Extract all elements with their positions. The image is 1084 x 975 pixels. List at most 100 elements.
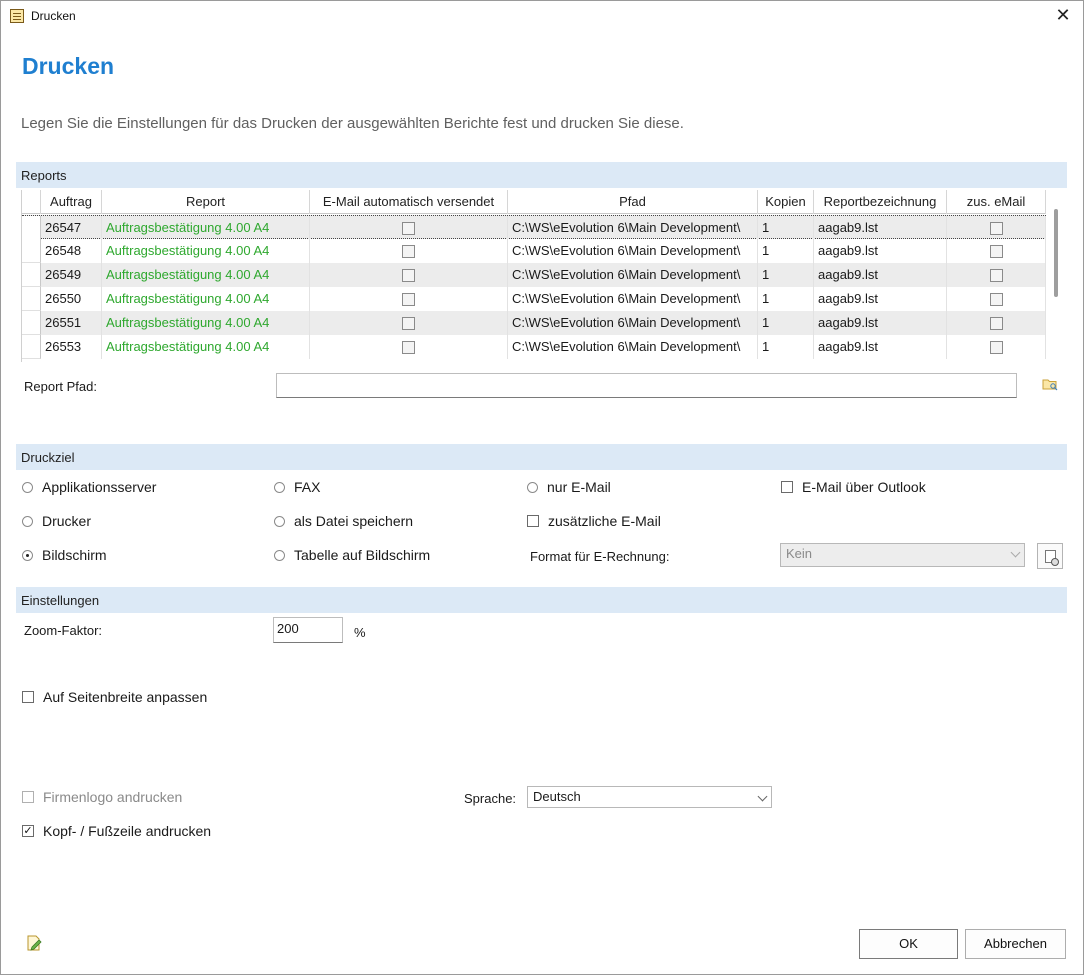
grid-scrollbar[interactable] <box>1046 190 1065 362</box>
radio-tabelle[interactable]: Tabelle auf Bildschirm <box>274 547 430 563</box>
close-icon[interactable]: ✕ <box>1053 5 1073 25</box>
radio-button[interactable] <box>274 515 285 527</box>
radio-fax[interactable]: FAX <box>274 479 320 495</box>
column-header-email-auto[interactable]: E-Mail automatisch versendet <box>310 190 508 214</box>
radio-button-selected[interactable] <box>22 549 33 561</box>
scrollbar-thumb[interactable] <box>1054 209 1058 297</box>
cell-reportbezeichnung: aagab9.lst <box>818 287 947 311</box>
row-header[interactable] <box>22 335 41 359</box>
cell-kopien: 1 <box>762 335 814 359</box>
report-icon <box>10 9 24 23</box>
column-header-zus-email[interactable]: zus. eMail <box>947 190 1046 214</box>
cell-pfad: C:\WS\eEvolution 6\Main Development\ <box>512 239 758 263</box>
section-druckziel-label: Druckziel <box>21 450 75 465</box>
format-settings-button[interactable] <box>1037 543 1063 569</box>
zus-email-checkbox[interactable] <box>989 317 1003 331</box>
table-row[interactable]: 26548 Auftragsbestätigung 4.00 A4 C:\WS\… <box>22 239 1046 263</box>
cell-auftrag: 26549 <box>45 263 102 287</box>
cell-zus-email <box>947 287 1046 311</box>
radio-button[interactable] <box>274 549 285 561</box>
email-auto-checkbox[interactable] <box>402 293 415 307</box>
radio-nur-email[interactable]: nur E-Mail <box>527 479 611 495</box>
email-auto-checkbox[interactable] <box>402 222 415 236</box>
table-row[interactable]: 26553 Auftragsbestätigung 4.00 A4 C:\WS\… <box>22 335 1046 359</box>
table-row[interactable]: 26549 Auftragsbestätigung 4.00 A4 C:\WS\… <box>22 263 1046 287</box>
zus-email-checkbox[interactable] <box>989 341 1003 355</box>
column-header-kopien[interactable]: Kopien <box>758 190 814 214</box>
window-title: Drucken <box>31 9 76 23</box>
checkbox-zusaetzliche-email[interactable]: zusätzliche E-Mail <box>527 513 661 529</box>
cell-auftrag: 26550 <box>45 287 102 311</box>
cell-report: Auftragsbestätigung 4.00 A4 <box>106 335 310 359</box>
title-bar: Drucken ✕ <box>1 1 1083 32</box>
column-header-reportbezeichnung[interactable]: Reportbezeichnung <box>814 190 947 214</box>
checkbox[interactable] <box>527 515 539 527</box>
cell-email-auto <box>310 263 508 287</box>
radio-als-datei[interactable]: als Datei speichern <box>274 513 413 529</box>
zus-email-checkbox[interactable] <box>989 269 1003 283</box>
row-header[interactable] <box>22 311 41 335</box>
zoom-faktor-input[interactable]: 200 <box>273 617 343 643</box>
email-auto-checkbox[interactable] <box>402 269 415 283</box>
column-header-pfad[interactable]: Pfad <box>508 190 758 214</box>
zoom-unit: % <box>354 625 366 640</box>
zus-email-checkbox[interactable] <box>989 245 1003 259</box>
cell-report: Auftragsbestätigung 4.00 A4 <box>106 263 310 287</box>
table-row[interactable]: 26551 Auftragsbestätigung 4.00 A4 C:\WS\… <box>22 311 1046 335</box>
radio-applikationsserver[interactable]: Applikationsserver <box>22 479 156 495</box>
radio-tabelle-label: Tabelle auf Bildschirm <box>294 547 431 563</box>
zus-email-checkbox[interactable] <box>989 293 1003 307</box>
checkbox-email-outlook[interactable]: E-Mail über Outlook <box>781 479 926 495</box>
grid-header: Auftrag Report E-Mail automatisch versen… <box>22 190 1046 214</box>
chevron-down-icon <box>1010 547 1021 558</box>
column-header-auftrag[interactable]: Auftrag <box>41 190 102 214</box>
format-e-rechnung-select[interactable]: Kein <box>780 543 1025 567</box>
row-header-corner <box>22 190 41 214</box>
cell-pfad: C:\WS\eEvolution 6\Main Development\ <box>512 216 758 240</box>
checkbox[interactable] <box>22 691 34 703</box>
checkbox-checked[interactable]: ✓ <box>22 825 34 837</box>
cell-report: Auftragsbestätigung 4.00 A4 <box>106 216 310 240</box>
row-header[interactable] <box>22 216 41 240</box>
table-row[interactable]: 26547 Auftragsbestätigung 4.00 A4 C:\WS\… <box>22 215 1046 240</box>
checkbox-kopf-fusszeile[interactable]: ✓ Kopf- / Fußzeile andrucken <box>22 823 211 839</box>
page-title: Drucken <box>22 53 115 79</box>
checkbox[interactable] <box>781 481 793 493</box>
section-druckziel: Druckziel <box>16 444 1067 470</box>
cell-report: Auftragsbestätigung 4.00 A4 <box>106 311 310 335</box>
email-auto-checkbox[interactable] <box>402 317 415 331</box>
radio-button[interactable] <box>22 481 33 493</box>
radio-button[interactable] <box>527 481 538 493</box>
radio-button[interactable] <box>22 515 33 527</box>
cell-auftrag: 26547 <box>45 216 102 240</box>
ok-button[interactable]: OK <box>859 929 958 959</box>
radio-bildschirm[interactable]: Bildschirm <box>22 547 107 563</box>
row-header[interactable] <box>22 263 41 287</box>
email-auto-checkbox[interactable] <box>402 245 415 259</box>
row-header[interactable] <box>22 239 41 263</box>
radio-button[interactable] <box>274 481 285 493</box>
email-auto-checkbox[interactable] <box>402 341 415 355</box>
cell-kopien: 1 <box>762 216 814 240</box>
radio-bildschirm-label: Bildschirm <box>42 547 107 563</box>
cell-report: Auftragsbestätigung 4.00 A4 <box>106 287 310 311</box>
sprache-select[interactable]: Deutsch <box>527 786 772 808</box>
cell-zus-email <box>947 239 1046 263</box>
table-row[interactable]: 26550 Auftragsbestätigung 4.00 A4 C:\WS\… <box>22 287 1046 311</box>
cancel-button[interactable]: Abbrechen <box>965 929 1066 959</box>
row-header[interactable] <box>22 287 41 311</box>
report-pfad-input[interactable] <box>276 373 1017 398</box>
zus-email-checkbox[interactable] <box>989 222 1003 236</box>
cell-zus-email <box>947 311 1046 335</box>
radio-drucker[interactable]: Drucker <box>22 513 91 529</box>
edit-document-icon[interactable] <box>26 935 42 951</box>
report-pfad-label: Report Pfad: <box>24 379 97 394</box>
checkbox-kopf-fusszeile-label: Kopf- / Fußzeile andrucken <box>43 823 212 839</box>
column-header-report[interactable]: Report <box>102 190 310 214</box>
checkbox-seitenbreite[interactable]: Auf Seitenbreite anpassen <box>22 689 207 705</box>
cell-kopien: 1 <box>762 311 814 335</box>
sprache-label: Sprache: <box>464 791 517 806</box>
folder-search-icon[interactable] <box>1042 378 1058 391</box>
cell-auftrag: 26548 <box>45 239 102 263</box>
cell-kopien: 1 <box>762 239 814 263</box>
